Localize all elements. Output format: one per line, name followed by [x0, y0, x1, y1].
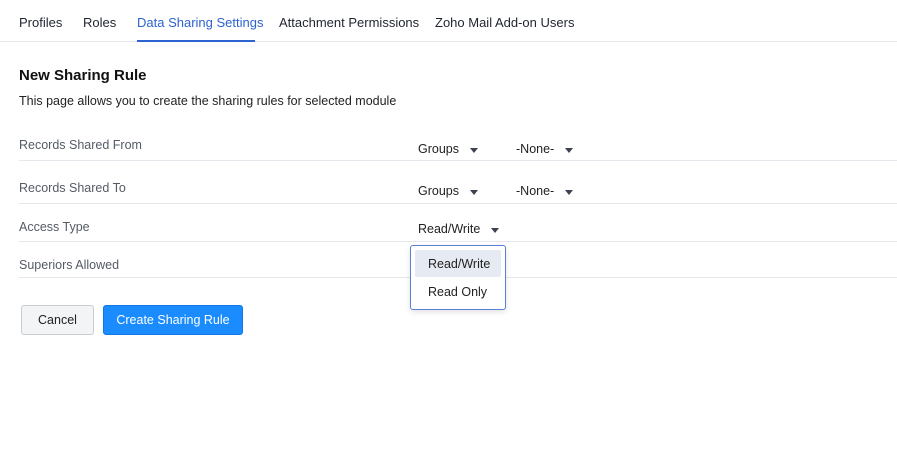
shared-to-entity-select[interactable]: -None-	[516, 184, 576, 200]
caret-down-icon	[565, 148, 573, 153]
caret-down-icon	[491, 228, 499, 233]
dropdown-option-read-only[interactable]: Read Only	[415, 278, 501, 305]
page-title: New Sharing Rule	[19, 67, 147, 84]
caret-down-icon	[470, 148, 478, 153]
tab-attachment-permissions[interactable]: Attachment Permissions	[279, 15, 419, 30]
shared-from-type-select[interactable]: Groups	[418, 142, 483, 158]
cancel-button[interactable]: Cancel	[21, 305, 94, 335]
page-description: This page allows you to create the shari…	[19, 94, 397, 108]
shared-to-type-value: Groups	[418, 184, 459, 198]
shared-to-type-select[interactable]: Groups	[418, 184, 483, 200]
shared-from-type-value: Groups	[418, 142, 459, 156]
tab-roles[interactable]: Roles	[83, 15, 116, 30]
active-tab-indicator	[137, 40, 255, 42]
caret-down-icon	[470, 190, 478, 195]
access-type-select[interactable]: Read/Write	[418, 222, 500, 238]
tab-profiles[interactable]: Profiles	[19, 15, 62, 30]
superiors-allowed-label: Superiors Allowed	[19, 258, 120, 272]
access-type-dropdown-menu: Read/Write Read Only	[410, 245, 506, 310]
row-divider	[19, 203, 897, 204]
records-shared-to-label: Records Shared To	[19, 181, 126, 195]
create-sharing-rule-button[interactable]: Create Sharing Rule	[103, 305, 243, 335]
access-type-label: Access Type	[19, 220, 90, 234]
shared-from-entity-value: -None-	[516, 142, 555, 156]
row-divider	[19, 241, 897, 242]
shared-to-entity-value: -None-	[516, 184, 555, 198]
row-divider	[19, 160, 897, 161]
access-type-value: Read/Write	[418, 222, 481, 236]
settings-tab-bar: Profiles Roles Data Sharing Settings Att…	[0, 0, 897, 42]
caret-down-icon	[565, 190, 573, 195]
tab-data-sharing-settings[interactable]: Data Sharing Settings	[137, 15, 263, 30]
records-shared-from-label: Records Shared From	[19, 138, 142, 152]
shared-from-entity-select[interactable]: -None-	[516, 142, 576, 158]
dropdown-option-read-write[interactable]: Read/Write	[415, 250, 501, 277]
tab-zoho-mail-add-on-users[interactable]: Zoho Mail Add-on Users	[435, 15, 574, 30]
